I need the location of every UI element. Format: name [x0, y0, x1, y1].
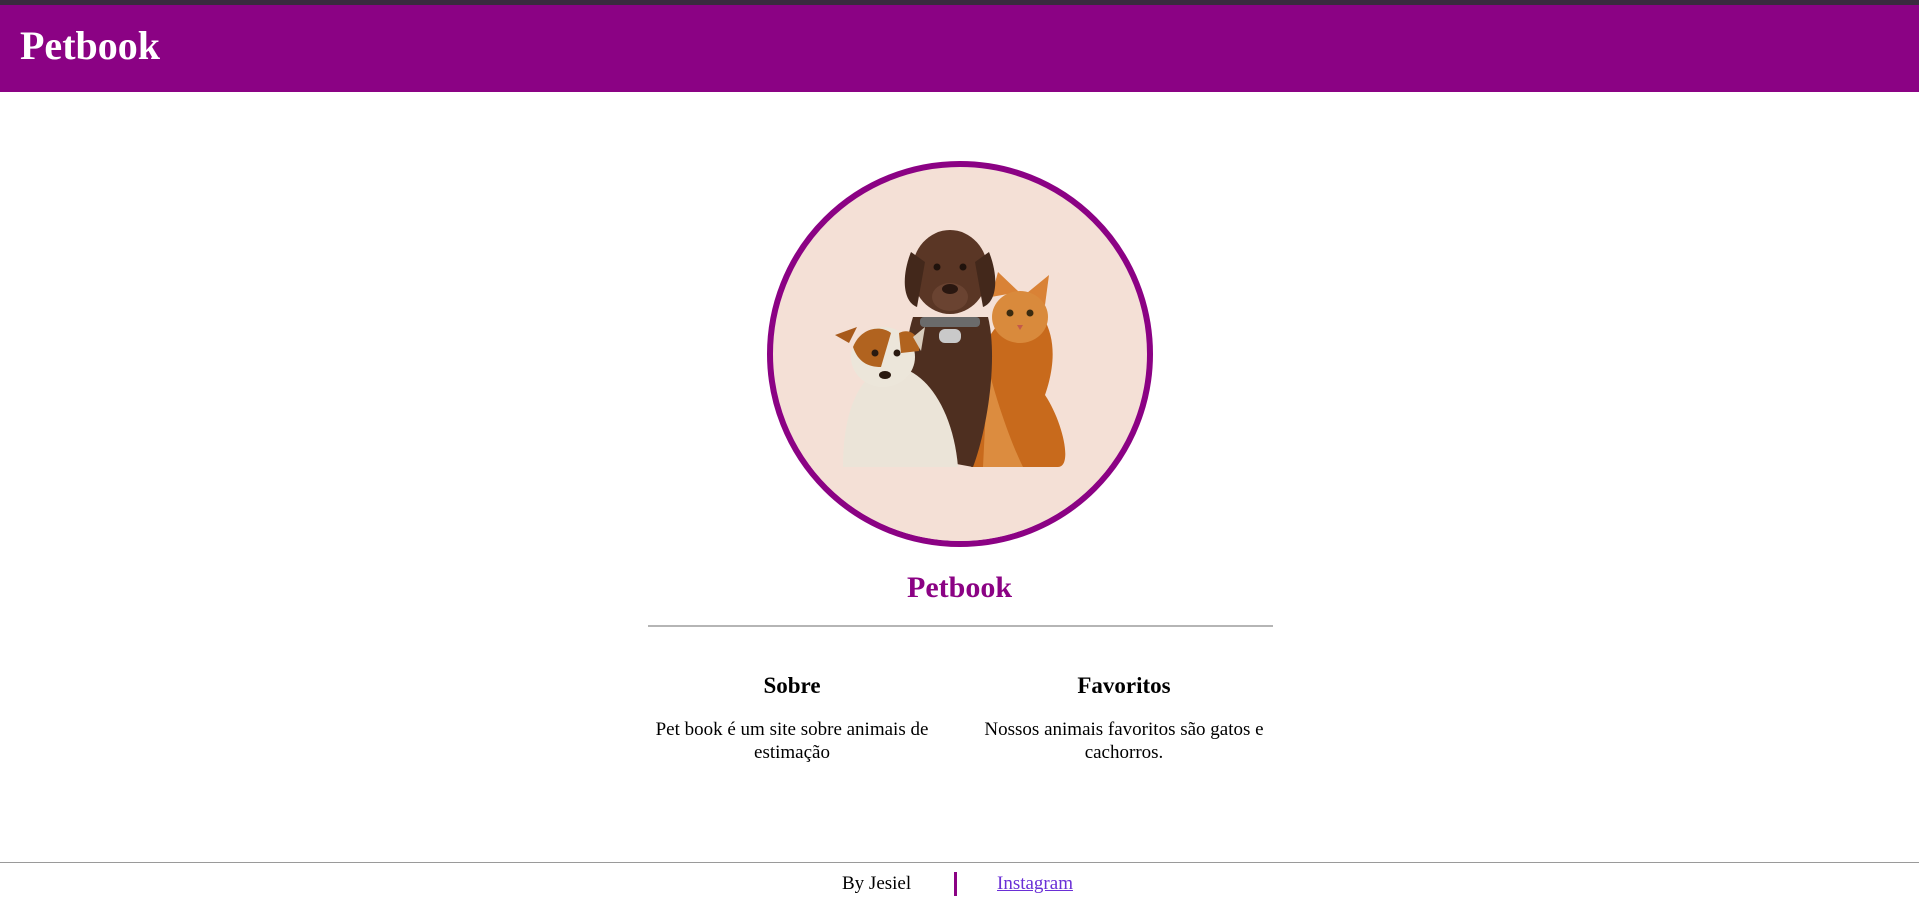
site-footer: By Jesiel Instagram: [0, 872, 1919, 898]
site-header: Petbook: [0, 5, 1919, 92]
about-heading: Sobre: [763, 673, 821, 698]
about-section: Sobre Pet book é um site sobre animais d…: [648, 672, 936, 764]
profile-title: Petbook: [907, 571, 1012, 604]
footer-divider: [0, 862, 1919, 863]
favorites-heading: Favoritos: [1077, 673, 1171, 698]
instagram-link[interactable]: Instagram: [997, 872, 1073, 896]
footer-author: By Jesiel: [842, 873, 912, 894]
about-text: Pet book é um site sobre animais de esti…: [655, 718, 929, 763]
pets-illustration: [773, 230, 1147, 541]
footer-separator: [954, 872, 957, 896]
site-logo-title[interactable]: Petbook: [20, 26, 160, 66]
favorites-text: Nossos animais favoritos são gatos e cac…: [984, 718, 1264, 763]
section-divider: [648, 625, 1273, 627]
profile-avatar: [767, 161, 1153, 547]
favorites-section: Favoritos Nossos animais favoritos são g…: [974, 672, 1274, 764]
